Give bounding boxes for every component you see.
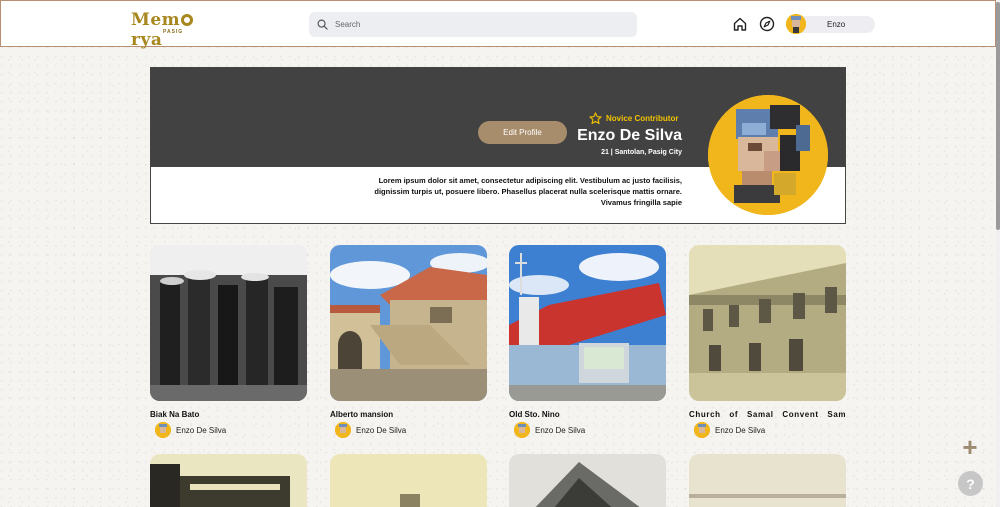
search-input[interactable] [335, 20, 615, 29]
author-name: Enzo De Silva [356, 425, 407, 435]
search-icon [309, 19, 335, 30]
profile-name: Enzo De Silva [577, 127, 682, 144]
logo-subtitle: PASIG [163, 29, 184, 35]
scrollbar-thumb[interactable] [996, 2, 1000, 230]
user-menu[interactable]: Enzo [786, 14, 875, 34]
post-author[interactable]: Enzo De Silva [330, 422, 406, 438]
avatar [694, 422, 710, 438]
author-name: Enzo De Silva [535, 425, 586, 435]
post-author[interactable]: Enzo De Silva [689, 422, 765, 438]
post-author[interactable]: Enzo De Silva [150, 422, 226, 438]
search-bar[interactable] [309, 12, 637, 37]
post-card[interactable]: Alberto mansion Enzo De Silva [330, 245, 487, 438]
star-icon [589, 112, 602, 125]
profile-avatar [708, 95, 828, 215]
post-image[interactable] [330, 245, 487, 401]
user-name: Enzo [827, 20, 846, 29]
avatar [786, 14, 806, 34]
post-image[interactable] [509, 245, 666, 401]
author-name: Enzo De Silva [176, 425, 227, 435]
contributor-badge: Novice Contributor [589, 112, 678, 125]
help-button[interactable]: ? [958, 471, 983, 496]
memorya-logo[interactable]: Memrya PASIG [131, 10, 215, 50]
post-image[interactable] [689, 245, 846, 401]
post-card-image[interactable] [509, 454, 666, 507]
profile-bio: Lorem ipsum dolor sit amet, consectetur … [374, 176, 682, 207]
page-scrollbar[interactable] [996, 0, 1000, 507]
post-card[interactable]: Biak Na Bato Enzo De Silva [150, 245, 307, 438]
post-title[interactable]: Biak Na Bato [150, 410, 307, 419]
badge-label: Novice Contributor [606, 114, 679, 123]
avatar [155, 422, 171, 438]
edit-profile-button[interactable]: Edit Profile [478, 121, 567, 144]
post-title[interactable]: Alberto mansion [330, 410, 487, 419]
post-card-image[interactable] [689, 454, 846, 507]
post-card[interactable]: Church of Samal Convent Sam... Enzo De S… [689, 245, 846, 438]
add-post-button[interactable]: + [958, 434, 982, 460]
avatar [514, 422, 530, 438]
profile-banner: Edit Profile Novice Contributor Enzo De … [150, 67, 846, 224]
home-icon[interactable] [731, 15, 749, 33]
profile-info: 21 | Santolan, Pasig City [601, 149, 682, 156]
post-card[interactable]: Old Sto. Nino Enzo De Silva [509, 245, 666, 438]
avatar [335, 422, 351, 438]
top-nav-bar: Memrya PASIG Enzo [0, 0, 996, 50]
post-title[interactable]: Church of Samal Convent Sam... [689, 410, 846, 419]
author-name: Enzo De Silva [715, 425, 766, 435]
post-image[interactable] [150, 245, 307, 401]
post-card-image[interactable] [330, 454, 487, 507]
post-title[interactable]: Old Sto. Nino [509, 410, 666, 419]
compass-icon[interactable] [758, 15, 776, 33]
post-card-image[interactable] [150, 454, 307, 507]
post-author[interactable]: Enzo De Silva [509, 422, 585, 438]
